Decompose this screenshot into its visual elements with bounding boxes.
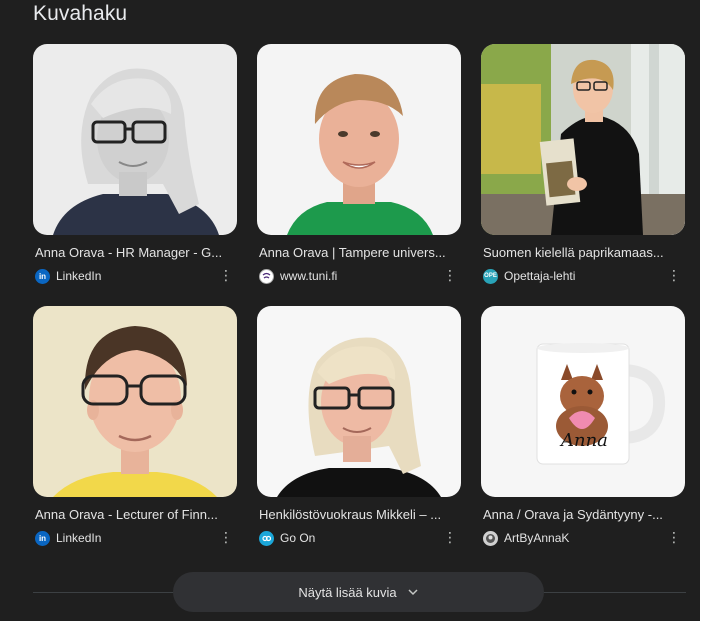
section-title: Kuvahaku bbox=[33, 2, 128, 25]
more-options-icon[interactable]: ⋮ bbox=[219, 267, 233, 283]
result-source-label[interactable]: LinkedIn bbox=[56, 531, 101, 545]
result-source-label[interactable]: ArtByAnnaK bbox=[504, 531, 569, 545]
result-thumbnail[interactable] bbox=[33, 306, 237, 497]
image-result-card[interactable]: Anna Orava - HR Manager - G... in Linked… bbox=[33, 44, 237, 284]
artbyannak-icon bbox=[483, 530, 498, 546]
more-options-icon[interactable]: ⋮ bbox=[667, 529, 681, 545]
result-source[interactable]: in LinkedIn ⋮ bbox=[33, 529, 237, 546]
goon-icon bbox=[259, 530, 274, 546]
window-edge bbox=[700, 0, 711, 621]
result-thumbnail[interactable] bbox=[33, 44, 237, 235]
chevron-down-icon bbox=[408, 589, 418, 596]
image-result-card[interactable]: Anna Orava | Tampere univers... www.tuni… bbox=[257, 44, 461, 284]
result-caption[interactable]: Suomen kielellä paprikamaas... bbox=[481, 245, 683, 260]
result-caption[interactable]: Anna Orava - Lecturer of Finn... bbox=[33, 507, 235, 522]
show-more-images-button[interactable]: Näytä lisää kuvia bbox=[173, 572, 544, 612]
linkedin-icon: in bbox=[35, 530, 50, 546]
more-options-icon[interactable]: ⋮ bbox=[443, 267, 457, 283]
result-caption[interactable]: Anna Orava | Tampere univers... bbox=[257, 245, 459, 260]
result-thumbnail[interactable]: Anna bbox=[481, 306, 685, 497]
result-thumbnail[interactable] bbox=[257, 306, 461, 497]
result-caption[interactable]: Anna / Orava ja Sydäntyyny -... bbox=[481, 507, 683, 522]
image-result-card[interactable]: Henkilöstövuokraus Mikkeli – ... Go On ⋮ bbox=[257, 306, 461, 546]
mug-text: Anna bbox=[559, 430, 608, 451]
result-source-label[interactable]: LinkedIn bbox=[56, 269, 101, 283]
result-source[interactable]: OPE Opettaja-lehti ⋮ bbox=[481, 267, 685, 284]
image-result-card[interactable]: Anna Anna / Orava ja Sydäntyyny -... Art… bbox=[481, 306, 685, 546]
result-thumbnail[interactable] bbox=[481, 44, 685, 235]
linkedin-icon: in bbox=[35, 268, 50, 284]
more-options-icon[interactable]: ⋮ bbox=[443, 529, 457, 545]
result-thumbnail[interactable] bbox=[257, 44, 461, 235]
image-result-card[interactable]: Suomen kielellä paprikamaas... OPE Opett… bbox=[481, 44, 685, 284]
result-caption[interactable]: Anna Orava - HR Manager - G... bbox=[33, 245, 235, 260]
show-more-label: Näytä lisää kuvia bbox=[298, 584, 397, 600]
more-options-icon[interactable]: ⋮ bbox=[667, 267, 681, 283]
result-source[interactable]: in LinkedIn ⋮ bbox=[33, 267, 237, 284]
more-options-icon[interactable]: ⋮ bbox=[219, 529, 233, 545]
result-source-label[interactable]: Go On bbox=[280, 531, 315, 545]
result-source[interactable]: www.tuni.fi ⋮ bbox=[257, 267, 461, 284]
tuni-icon bbox=[259, 268, 274, 284]
result-source[interactable]: ArtByAnnaK ⋮ bbox=[481, 529, 685, 546]
result-source-label[interactable]: Opettaja-lehti bbox=[504, 269, 575, 283]
image-result-card[interactable]: Anna Orava - Lecturer of Finn... in Link… bbox=[33, 306, 237, 546]
result-caption[interactable]: Henkilöstövuokraus Mikkeli – ... bbox=[257, 507, 459, 522]
result-source[interactable]: Go On ⋮ bbox=[257, 529, 461, 546]
ope-icon: OPE bbox=[483, 268, 498, 284]
result-source-label[interactable]: www.tuni.fi bbox=[280, 269, 337, 283]
